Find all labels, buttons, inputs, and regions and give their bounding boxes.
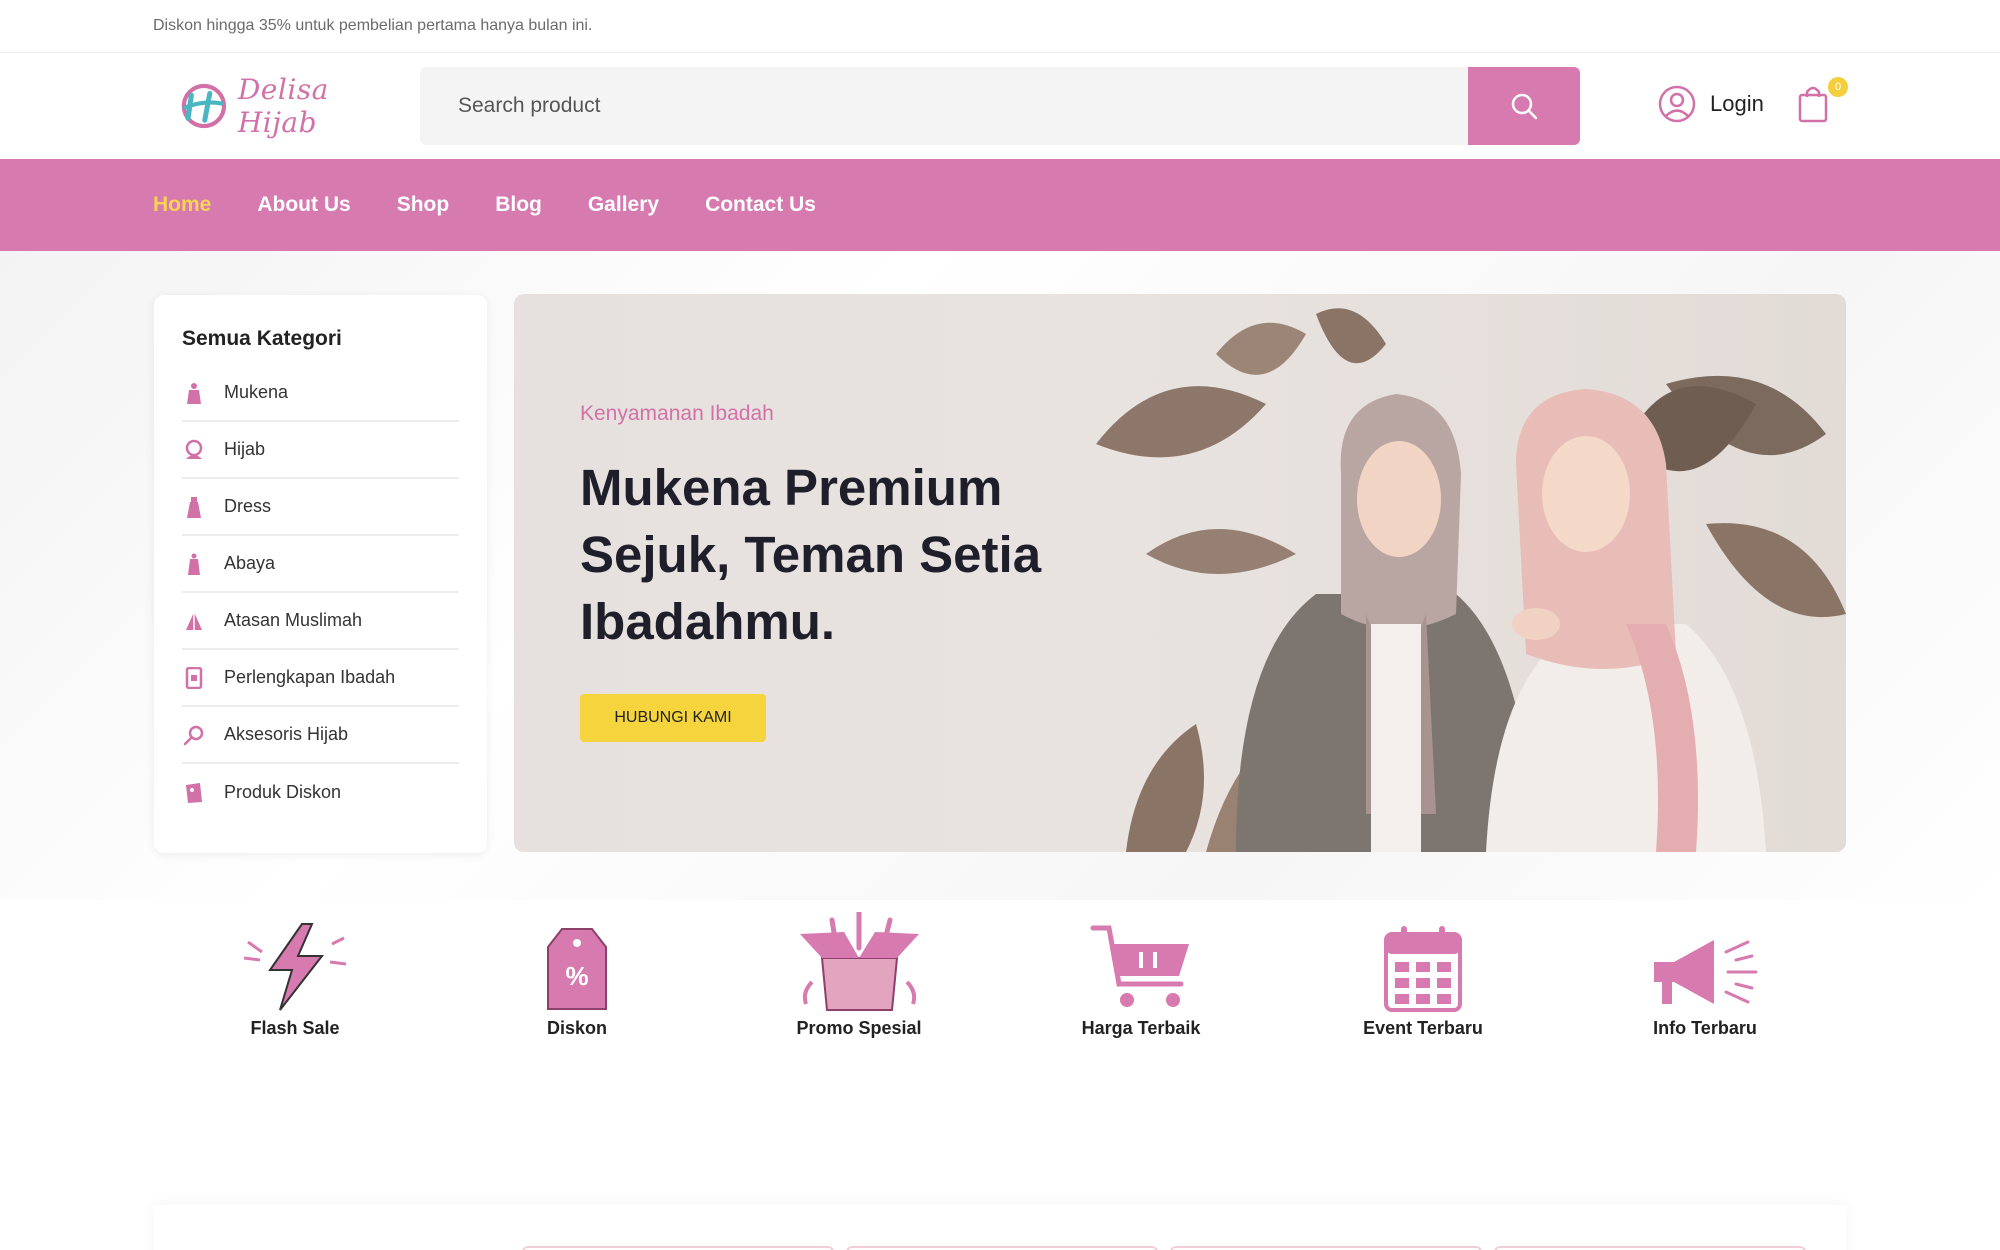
banner-kicker: Kenyamanan Ibadah — [580, 402, 774, 425]
megaphone-icon — [1635, 912, 1775, 1012]
category-item-dress[interactable]: Dress — [182, 479, 459, 536]
category-label: Produk Diskon — [224, 782, 342, 802]
cart-button[interactable]: 0 — [1798, 77, 1848, 129]
feature-label: Flash Sale — [250, 1018, 340, 1038]
nav-shop[interactable]: Shop — [397, 193, 450, 217]
feature-flash-sale[interactable]: Flash Sale — [154, 912, 436, 1047]
category-label: Dress — [224, 496, 272, 516]
bottom-section-tabs — [522, 1246, 1806, 1250]
category-item-mukena[interactable]: Mukena — [182, 365, 459, 422]
category-label: Mukena — [224, 382, 289, 402]
category-item-aksesoris-hijab[interactable]: Aksesoris Hijab — [182, 707, 459, 764]
banner-photo-illustration — [1096, 308, 1846, 852]
bottom-tab[interactable] — [522, 1246, 834, 1250]
main-nav: Home About Us Shop Blog Gallery Contact … — [0, 159, 2000, 251]
discount-tag-icon — [182, 781, 206, 805]
search-input[interactable] — [420, 67, 1468, 145]
nav-contact-us[interactable]: Contact Us — [705, 193, 816, 217]
feature-diskon[interactable]: % Diskon — [436, 912, 718, 1047]
mukena-icon — [182, 381, 206, 405]
login-label: Login — [1710, 91, 1764, 116]
nav-blog[interactable]: Blog — [495, 193, 542, 217]
bottom-tab[interactable] — [846, 1246, 1158, 1250]
bottom-section-card — [154, 1205, 1846, 1250]
category-item-perlengkapan-ibadah[interactable]: Perlengkapan Ibadah — [182, 650, 459, 707]
bottom-tab[interactable] — [1170, 1246, 1482, 1250]
dress-icon — [182, 495, 206, 519]
abaya-icon — [182, 552, 206, 576]
nav-about-us[interactable]: About Us — [257, 193, 350, 217]
price-tag-icon: % — [507, 912, 647, 1012]
gift-box-icon — [789, 912, 929, 1012]
prayer-book-icon — [182, 666, 206, 690]
category-label: Atasan Muslimah — [224, 610, 363, 630]
contact-us-button[interactable]: HUBUNGI KAMI — [580, 694, 766, 742]
announcement-text: Diskon hingga 35% untuk pembelian pertam… — [153, 17, 593, 34]
hijab-icon — [182, 438, 206, 462]
category-label: Abaya — [224, 553, 276, 573]
banner-headline: Mukena Premium Sejuk, Teman Setia Ibadah… — [580, 459, 1042, 650]
user-icon — [1658, 85, 1696, 123]
nav-gallery[interactable]: Gallery — [588, 193, 659, 217]
svg-text:%: % — [565, 961, 588, 991]
shopping-cart-icon — [1071, 912, 1211, 1012]
cart-count-badge: 0 — [1828, 77, 1848, 97]
nav-home[interactable]: Home — [153, 193, 211, 217]
category-label: Perlengkapan Ibadah — [224, 667, 396, 687]
category-item-atasan-muslimah[interactable]: Atasan Muslimah — [182, 593, 459, 650]
search-icon — [1511, 93, 1538, 120]
lightning-icon — [225, 912, 365, 1012]
shopping-bag-icon — [1798, 86, 1828, 123]
site-header: Delisa Hijab Login 0 — [0, 53, 2000, 159]
category-item-produk-diskon[interactable]: Produk Diskon — [182, 764, 459, 821]
blouse-icon — [182, 609, 206, 633]
category-title: Semua Kategori — [182, 327, 342, 350]
hero-banner: Kenyamanan Ibadah Mukena Premium Sejuk, … — [514, 294, 1846, 852]
category-item-abaya[interactable]: Abaya — [182, 536, 459, 593]
bottom-tab[interactable] — [1494, 1246, 1806, 1250]
feature-harga-terbaik[interactable]: Harga Terbaik — [1000, 912, 1282, 1047]
feature-label: Diskon — [546, 1018, 607, 1038]
calendar-icon — [1353, 912, 1493, 1012]
category-item-hijab[interactable]: Hijab — [182, 422, 459, 479]
category-label: Hijab — [224, 439, 266, 459]
logo-text: Delisa Hijab — [237, 73, 329, 139]
announcement-bar: Diskon hingga 35% untuk pembelian pertam… — [0, 0, 2000, 53]
search-bar — [420, 67, 1580, 145]
feature-label: Promo Spesial — [796, 1018, 922, 1038]
feature-promo-spesial[interactable]: Promo Spesial — [718, 912, 1000, 1047]
feature-event-terbaru[interactable]: Event Terbaru — [1282, 912, 1564, 1047]
login-link[interactable]: Login — [1658, 85, 1764, 123]
category-label: Aksesoris Hijab — [224, 724, 349, 744]
logo-mark-icon — [181, 83, 227, 129]
search-button[interactable] — [1468, 67, 1580, 145]
feature-info-terbaru[interactable]: Info Terbaru — [1564, 912, 1846, 1047]
feature-row: Flash Sale % Diskon Promo Spesial Harga … — [154, 912, 1846, 1047]
category-sidebar: Semua Kategori Mukena Hijab Dress Abaya … — [154, 295, 487, 853]
feature-label: Event Terbaru — [1363, 1018, 1483, 1038]
feature-label: Info Terbaru — [1653, 1018, 1757, 1038]
accessory-icon — [182, 723, 206, 747]
feature-label: Harga Terbaik — [1081, 1018, 1201, 1038]
site-logo[interactable]: Delisa Hijab — [178, 73, 388, 139]
